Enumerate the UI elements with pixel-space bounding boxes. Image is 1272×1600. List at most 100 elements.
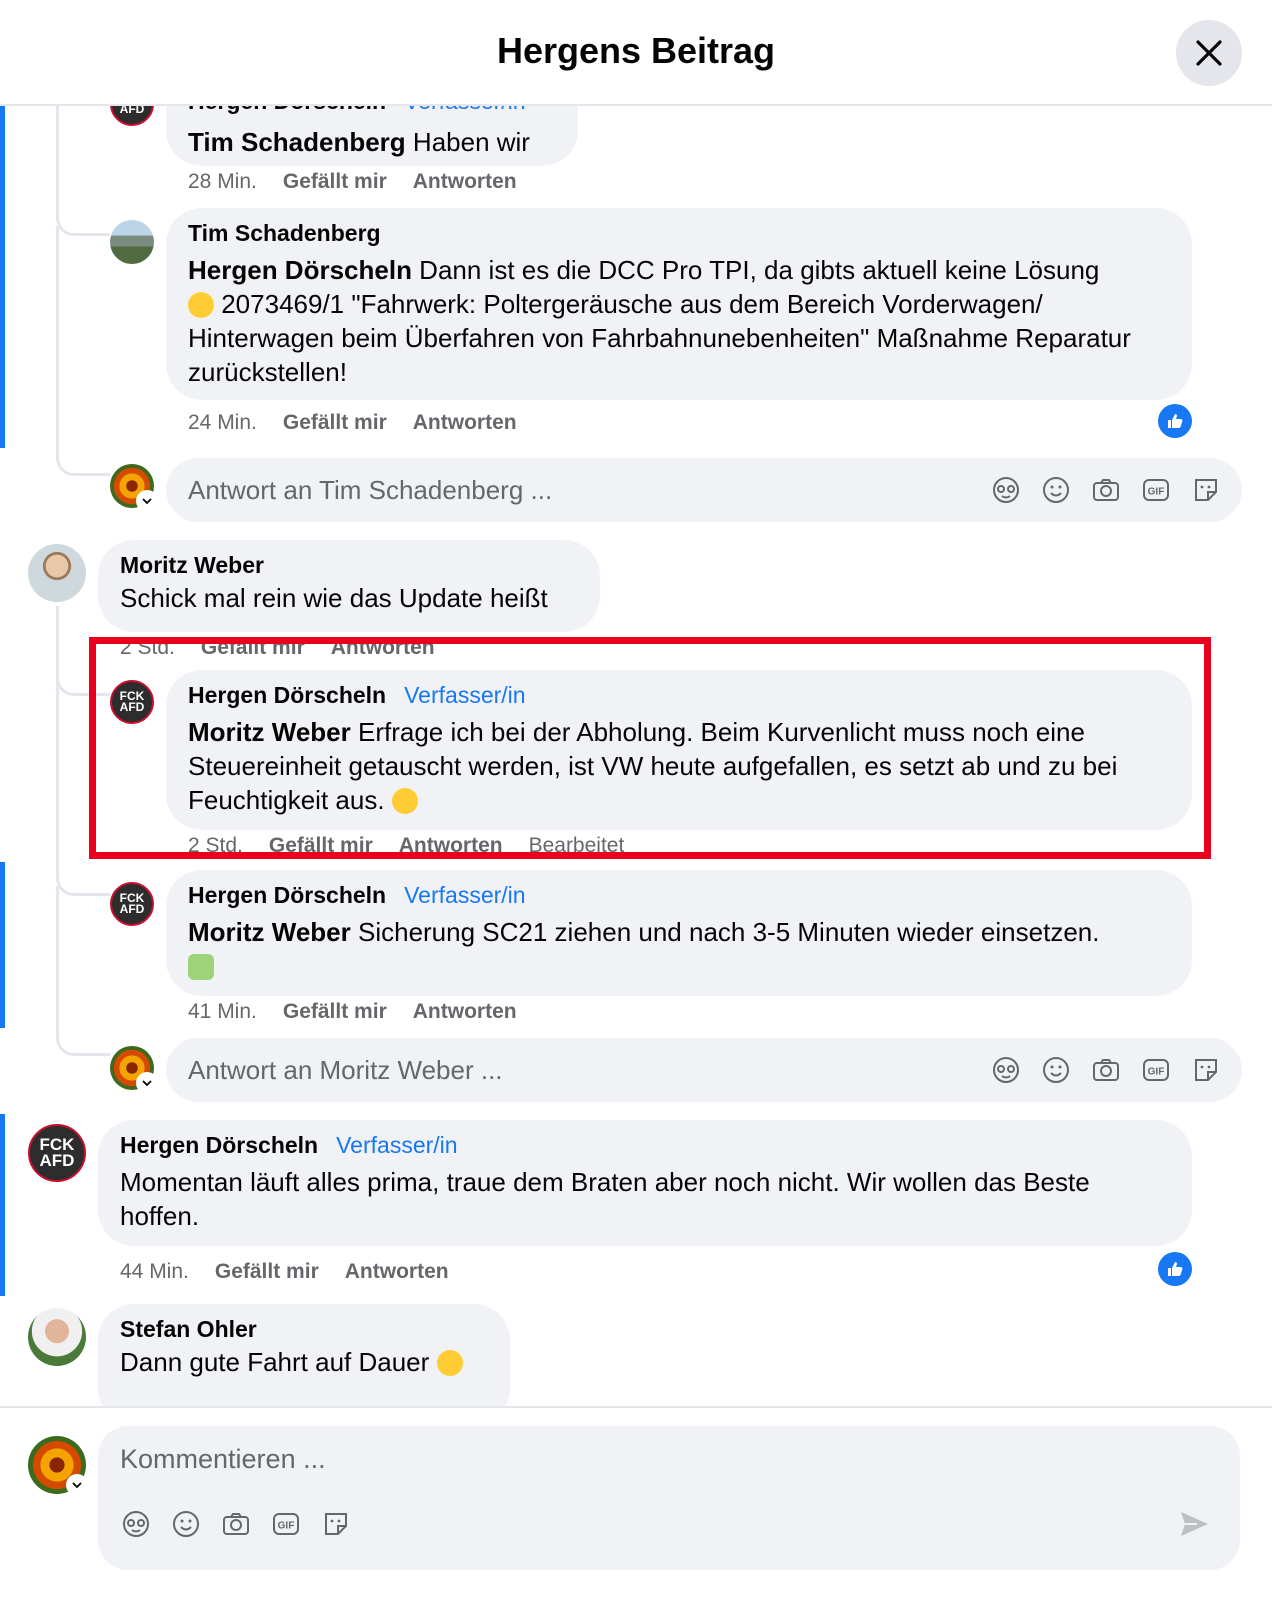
gif-icon[interactable]: GIF xyxy=(1140,474,1172,506)
gif-icon[interactable]: GIF xyxy=(270,1508,302,1540)
comment-composer-area: Kommentieren ... GIF xyxy=(0,1406,1272,1600)
comment-author[interactable]: Hergen Dörscheln xyxy=(120,1132,318,1158)
camera-icon[interactable] xyxy=(1090,474,1122,506)
reply-button[interactable]: Antworten xyxy=(413,1000,517,1023)
comment-bubble: Hergen Dörscheln Verfasser/in Momentan lä… xyxy=(98,1120,1192,1246)
close-button[interactable] xyxy=(1176,20,1242,86)
thread-indicator-bar xyxy=(0,1114,5,1296)
comment-text: Haben wir xyxy=(405,127,530,157)
dialog-header: Hergens Beitrag xyxy=(0,0,1272,106)
thread-connector xyxy=(56,686,110,896)
comment-bubble: Hergen Dörscheln Verfasser/in Moritz Webe… xyxy=(166,870,1192,996)
comment-placeholder: Kommentieren ... xyxy=(120,1444,326,1474)
avatar[interactable] xyxy=(110,220,154,264)
like-reaction-icon[interactable] xyxy=(1158,1252,1192,1286)
tongue-wink-emoji-icon xyxy=(391,788,418,814)
wink-emoji-icon xyxy=(188,292,214,318)
author-badge: Verfasser/in xyxy=(404,882,526,908)
comment-text: Dann ist es die DCC Pro TPI, da gibts ak… xyxy=(411,255,1100,285)
like-button[interactable]: Gefällt mir xyxy=(201,636,305,656)
svg-text:GIF: GIF xyxy=(278,1521,295,1532)
reply-tools: GIF xyxy=(990,474,1222,506)
emoji-icon[interactable] xyxy=(170,1508,202,1540)
avatar[interactable]: FCK AFD xyxy=(110,680,154,724)
comment-text: Sicherung SC21 ziehen und nach 3-5 Minut… xyxy=(350,917,1100,947)
comment-meta: 28 Min. Gefällt mir Antworten xyxy=(188,170,517,194)
avatar-sticker-icon[interactable] xyxy=(990,474,1022,506)
emoji-icon[interactable] xyxy=(1040,474,1072,506)
like-button[interactable]: Gefällt mir xyxy=(283,170,387,193)
comment-meta: 2 Std. Gefällt mir Antworten xyxy=(120,636,435,656)
shrug-emoji-icon xyxy=(188,954,214,980)
comment-author[interactable]: Tim Schadenberg xyxy=(188,220,1170,247)
like-button[interactable]: Gefällt mir xyxy=(269,834,373,852)
comment-text: Schick mal rein wie das Update heißt xyxy=(120,583,548,613)
reply-placeholder: Antwort an Moritz Weber ... xyxy=(188,1055,503,1085)
avatar[interactable] xyxy=(28,544,86,602)
comment-meta: 2 Std. Gefällt mir Antworten Bearbeitet xyxy=(188,834,624,852)
mention-link[interactable]: Moritz Weber xyxy=(188,917,351,947)
mention-link[interactable]: Hergen Dörscheln xyxy=(188,255,412,285)
sticker-icon[interactable] xyxy=(320,1508,352,1540)
close-icon xyxy=(1196,40,1222,66)
gif-icon[interactable]: GIF xyxy=(1140,1054,1172,1086)
thread-indicator-bar xyxy=(0,862,5,1028)
comment-time[interactable]: 2 Std. xyxy=(188,834,243,852)
reply-button[interactable]: Antworten xyxy=(331,636,435,656)
comment-thread[interactable]: FCK AFD Hergen Dörscheln Verfasser/in Tim… xyxy=(0,106,1272,1408)
comment-bubble: Tim Schadenberg Hergen Dörscheln Dann is… xyxy=(166,208,1192,400)
comment-author[interactable]: Hergen Dörscheln xyxy=(188,106,386,114)
like-button[interactable]: Gefällt mir xyxy=(283,1000,387,1023)
reply-button[interactable]: Antworten xyxy=(413,411,517,434)
comment-bubble: Hergen Dörscheln Verfasser/in Tim Schaden… xyxy=(166,106,578,166)
edited-label: Bearbeitet xyxy=(528,834,625,852)
mention-link[interactable]: Moritz Weber xyxy=(188,717,351,747)
thread-indicator-bar xyxy=(0,106,5,448)
reply-placeholder: Antwort an Tim Schadenberg ... xyxy=(188,475,553,505)
comment-meta: 44 Min. Gefällt mir Antworten xyxy=(120,1260,449,1284)
like-reaction-icon[interactable] xyxy=(1158,404,1192,438)
comment-author[interactable]: Moritz Weber xyxy=(120,552,578,579)
avatar[interactable]: FCK AFD xyxy=(110,106,154,126)
comment-bubble: Stefan Ohler Dann gute Fahrt auf Dauer xyxy=(98,1304,510,1408)
comment-author[interactable]: Stefan Ohler xyxy=(120,1316,488,1343)
camera-icon[interactable] xyxy=(220,1508,252,1540)
reply-button[interactable]: Antworten xyxy=(345,1260,449,1283)
reply-button[interactable]: Antworten xyxy=(399,834,503,852)
sticker-icon[interactable] xyxy=(1190,1054,1222,1086)
avatar-sticker-icon[interactable] xyxy=(990,1054,1022,1086)
thread-connector xyxy=(56,106,110,236)
mention-link[interactable]: Tim Schadenberg xyxy=(188,127,406,157)
send-button[interactable] xyxy=(1176,1506,1212,1542)
reply-input[interactable]: Antwort an Moritz Weber ... GIF xyxy=(166,1038,1242,1102)
comment-text: Dann gute Fahrt auf Dauer xyxy=(120,1347,430,1377)
like-button[interactable]: Gefällt mir xyxy=(283,411,387,434)
chevron-down-icon[interactable] xyxy=(136,490,158,512)
dialog-title: Hergens Beitrag xyxy=(496,30,776,71)
comment-author[interactable]: Hergen Dörscheln xyxy=(188,682,386,708)
author-badge: Verfasser/in xyxy=(336,1132,458,1158)
avatar[interactable] xyxy=(28,1308,86,1366)
avatar[interactable]: FCK AFD xyxy=(28,1124,86,1182)
reply-tools: GIF xyxy=(990,1054,1222,1086)
comment-time[interactable]: 28 Min. xyxy=(188,170,257,193)
camera-icon[interactable] xyxy=(1090,1054,1122,1086)
comment-time[interactable]: 44 Min. xyxy=(120,1260,189,1283)
comment-input[interactable]: Kommentieren ... GIF xyxy=(98,1426,1240,1570)
comment-time[interactable]: 41 Min. xyxy=(188,1000,257,1023)
sticker-icon[interactable] xyxy=(1190,474,1222,506)
comment-time[interactable]: 24 Min. xyxy=(188,411,257,434)
chevron-down-icon[interactable] xyxy=(136,1072,158,1094)
comment-bubble: Moritz Weber Schick mal rein wie das Upd… xyxy=(98,540,600,632)
like-button[interactable]: Gefällt mir xyxy=(215,1260,319,1283)
chevron-down-icon[interactable] xyxy=(66,1474,88,1496)
composer-tools: GIF xyxy=(120,1508,352,1540)
comment-time[interactable]: 2 Std. xyxy=(120,636,175,656)
avatar[interactable]: FCK AFD xyxy=(110,882,154,926)
reply-button[interactable]: Antworten xyxy=(413,170,517,193)
avatar-sticker-icon[interactable] xyxy=(120,1508,152,1540)
reply-input[interactable]: Antwort an Tim Schadenberg ... GIF xyxy=(166,458,1242,522)
thread-connector xyxy=(56,886,110,1056)
emoji-icon[interactable] xyxy=(1040,1054,1072,1086)
comment-author[interactable]: Hergen Dörscheln xyxy=(188,882,386,908)
